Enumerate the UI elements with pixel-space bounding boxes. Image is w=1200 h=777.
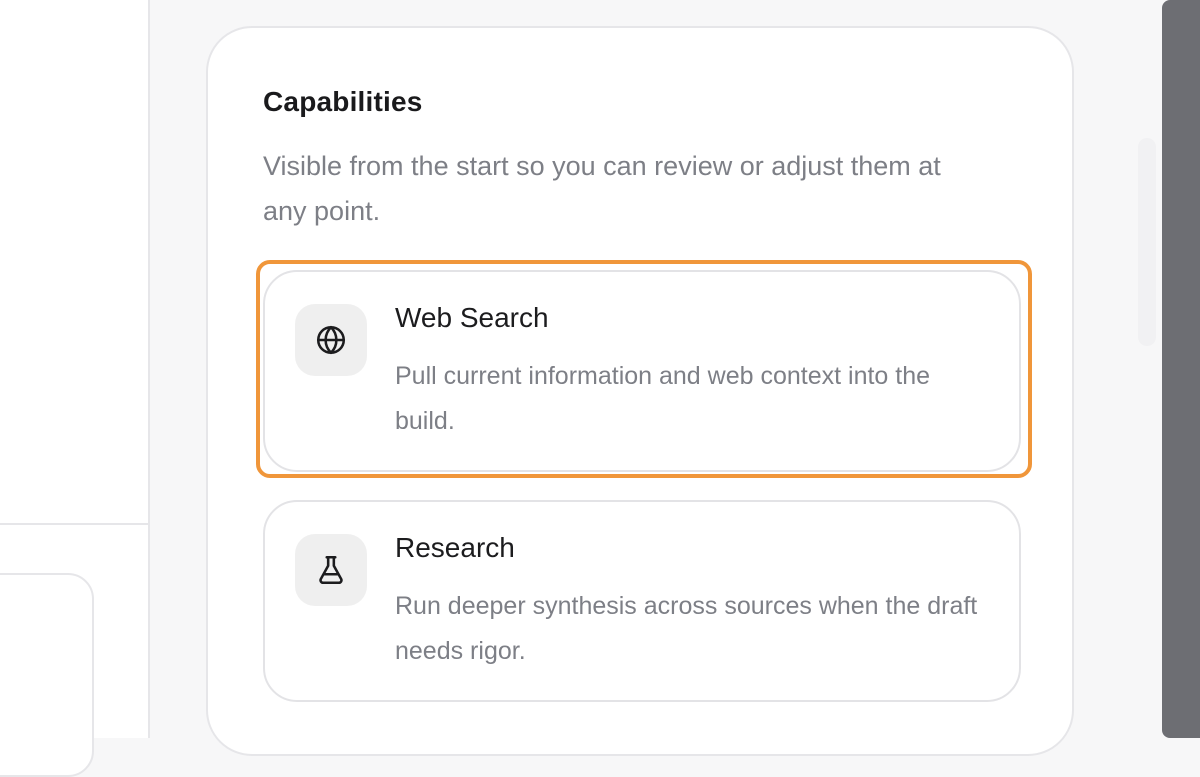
- flask-icon: [295, 534, 367, 606]
- capabilities-description: Visible from the start so you can review…: [263, 151, 941, 226]
- left-pane-divider: [0, 523, 148, 525]
- capability-card-research[interactable]: Research Run deeper synthesis across sou…: [263, 500, 1021, 702]
- capability-description-web-search: Pull current information and web context…: [395, 362, 931, 435]
- capability-title-web-search: Web Search: [395, 302, 549, 333]
- right-rail: [1162, 0, 1200, 738]
- capabilities-title: Capabilities: [263, 86, 423, 117]
- left-card-stub: [0, 573, 94, 777]
- globe-icon: [295, 304, 367, 376]
- capability-description-research: Run deeper synthesis across sources when…: [395, 592, 978, 665]
- capability-title-research: Research: [395, 532, 515, 563]
- capability-card-web-search[interactable]: Web Search Pull current information and …: [263, 270, 1021, 472]
- scrollbar[interactable]: [1138, 138, 1156, 346]
